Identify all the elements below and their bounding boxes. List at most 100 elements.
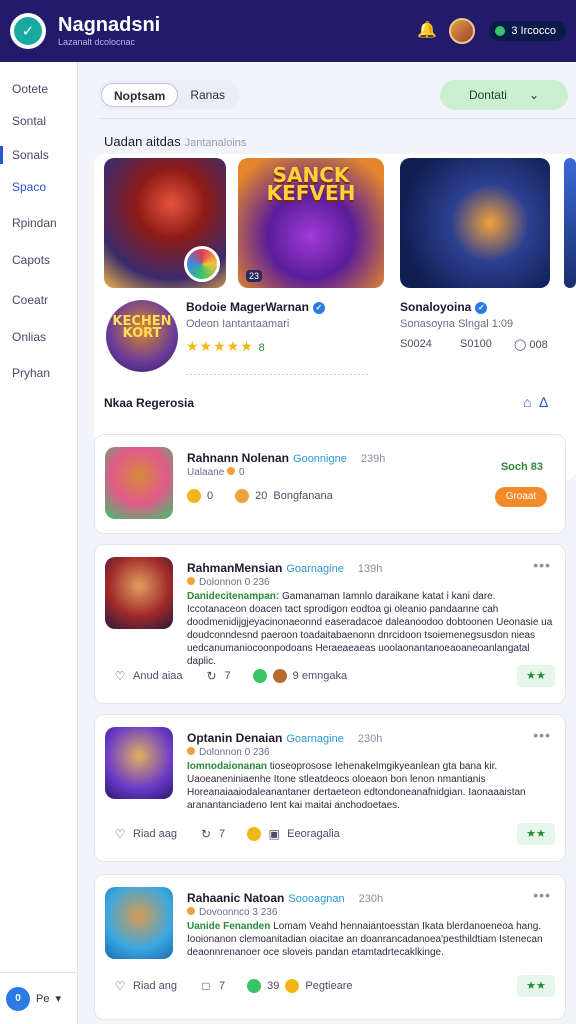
post-body: Uanide Fenanden Lomam Veahd hennaiantoes… — [187, 921, 543, 958]
more-options-icon[interactable]: ••• — [533, 887, 551, 903]
heart-icon — [235, 489, 250, 503]
comment-button[interactable]: ↻ 7 — [199, 827, 225, 841]
post-thumbnail[interactable] — [105, 727, 173, 799]
game-tile-sanck[interactable]: SANCK KEFVEH 23 — [238, 158, 384, 288]
post-thumbnail[interactable] — [105, 447, 173, 519]
star-icon — [187, 489, 201, 503]
tab-noptsam[interactable]: Noptsam — [101, 83, 179, 107]
like-button[interactable]: ♡ Anud aiaa — [113, 669, 183, 683]
post-actions: ♡ Anud aiaa ↻ 7 9 emngaka — [113, 669, 347, 683]
sidebar-item-ootete[interactable]: Ootete — [12, 82, 48, 96]
featured-meta-2: S0100 — [460, 338, 492, 350]
comment-button[interactable]: □ 7 — [199, 979, 225, 993]
heart-icon: ♡ — [114, 979, 126, 993]
emoji-icon — [252, 669, 267, 683]
award-badge: ★★ — [517, 975, 555, 997]
sidebar-footer[interactable]: 0 Pe ▾ — [0, 972, 78, 1024]
like-button[interactable]: ♡ Riad aag — [113, 827, 177, 841]
sidebar-active-marker — [0, 146, 3, 164]
chevron-down-icon: ⌄ — [528, 88, 540, 102]
sidebar-item-rpindan[interactable]: Rpindan — [12, 216, 57, 230]
app-logo[interactable]: ✓ — [10, 13, 46, 49]
sidebar-item-coeatr[interactable]: Coeatr — [12, 293, 48, 307]
post-body: Iomnodaionanan tioseoprosose Iehenakelmg… — [187, 761, 526, 811]
award-badge: ★★ — [517, 823, 555, 845]
sidebar: Ootete Sontal Sonals Spaco Rpindan Capot… — [0, 62, 78, 1024]
game-tile-count: 23 — [246, 270, 263, 282]
app-subtitle: Lazanalt dcolocnac — [58, 37, 136, 47]
post-card[interactable]: Rahaanic Natoan Soooagnan 230h ••• Dovoonn… — [94, 874, 566, 1020]
bell-icon[interactable]: 🔔 — [417, 22, 437, 40]
featured-heading: Uadan aitdas Jantanaloins — [104, 134, 247, 149]
post-thumbnail[interactable] — [105, 887, 173, 959]
app-name: Nagnadsni — [58, 14, 161, 36]
sidebar-item-capots[interactable]: Capots — [12, 253, 50, 267]
game-tile-partial[interactable] — [564, 158, 576, 288]
post-subtitle: Dolonnon 0 236 — [187, 747, 270, 758]
comment-icon: ↻ — [201, 827, 212, 841]
emoji-icon — [247, 827, 262, 841]
tab-ranas[interactable]: Ranas — [178, 83, 237, 107]
game-tile-hero[interactable] — [104, 158, 226, 288]
sidebar-item-spaco[interactable]: Spaco — [12, 180, 46, 194]
sidebar-footer-label: Pe — [36, 992, 50, 1005]
more-options-icon[interactable]: ••• — [533, 557, 551, 573]
featured-actions: ⌂ ∆ — [523, 394, 548, 410]
featured-card: Uadan aitdas Jantanaloins SANCK KEFVEH 23… — [94, 134, 576, 480]
emoji-icon — [272, 669, 287, 683]
featured-meta-1: S0024 — [400, 338, 432, 350]
rating-value: 8 — [258, 342, 266, 354]
post-subtitle: Dovoonnco 3 236 — [187, 907, 277, 918]
featured-item-subtitle: Odeon Iantantaamari — [186, 318, 290, 330]
featured-item-title: Bodoie MagerWarnan — [186, 300, 309, 314]
rating-stars: ★★★★★ — [186, 338, 254, 354]
verified-icon: ✓ — [312, 302, 325, 314]
game-tile-knight[interactable] — [400, 158, 550, 288]
profile-icon: 0 — [6, 986, 30, 1011]
bookmark-icon[interactable]: ∆ — [539, 394, 548, 410]
sidebar-item-pryhan[interactable]: Pryhan — [12, 366, 50, 380]
comment-icon: □ — [202, 979, 210, 993]
featured-footer: Nkaa Regerosia — [104, 396, 195, 410]
post-subtitle: Ualaane 0 — [187, 467, 245, 478]
like-button[interactable]: ♡ Riad ang — [113, 979, 177, 993]
reactions[interactable]: 39 Pegtieare — [247, 979, 353, 993]
post-author: RahmanMensian Goarnagine 139h — [187, 561, 383, 575]
emoji-icon — [285, 979, 300, 993]
verified-icon: ✓ — [475, 302, 488, 314]
comment-icon: ↻ — [206, 669, 217, 683]
featured-avatar[interactable]: KECHEN KORT — [106, 300, 178, 372]
comment-button[interactable]: ↻ 7 — [205, 669, 231, 683]
top-bar: ✓ Nagnadsni Lazanalt dcolocnac 🔔 3 Ircoc… — [0, 0, 576, 62]
heart-icon: ♡ — [114, 827, 126, 841]
post-card[interactable]: RahmanMensian Goarnagine 139h ••• Dolonnon… — [94, 544, 566, 704]
coin-icon — [495, 26, 506, 36]
join-button[interactable]: Groaat — [495, 487, 547, 507]
clock-icon: ◯ — [514, 339, 527, 351]
user-avatar[interactable] — [449, 18, 476, 44]
post-author: Rahnann Nolenan Goonnigne 239h — [187, 451, 386, 465]
post-card[interactable]: Optanin Denaian Goarnagine 230h ••• Dolonn… — [94, 714, 566, 862]
sidebar-item-sontal[interactable]: Sontal — [12, 114, 46, 128]
reactions[interactable]: ▣ Eeoragalia — [247, 827, 340, 841]
main-content: Noptsam Ranas Dontati ⌄ Uadan aitdas Janta… — [78, 62, 576, 1024]
featured-item-1[interactable]: Bodoie MagerWarnan ✓ Odeon Iantantaamari … — [186, 300, 325, 355]
post-subtitle: Dolonnon 0 236 — [187, 577, 270, 588]
logo-icon: ✓ — [14, 17, 42, 45]
post-body: Danidecitenampan: Gamanaman Iamnlo darai… — [187, 591, 553, 667]
post-thumbnail[interactable] — [105, 557, 173, 629]
tab-bar: Noptsam Ranas — [98, 80, 241, 110]
reactions[interactable]: 9 emngaka — [252, 669, 347, 683]
generate-button[interactable]: Dontati ⌄ — [440, 80, 568, 110]
more-options-icon[interactable]: ••• — [533, 727, 551, 743]
post-actions: ♡ Riad aag ↻ 7 ▣ Eeoragalia — [113, 827, 340, 841]
featured-item-title: Sonaloyoina — [400, 300, 472, 314]
dotted-divider — [186, 374, 370, 375]
sidebar-item-onlias[interactable]: Onlias — [12, 330, 46, 344]
featured-item-2[interactable]: Sonaloyoina ✓ Sonasoyna Slngal 1:09 — [400, 300, 513, 330]
points-badge[interactable]: 3 Ircocco — [489, 21, 566, 41]
home-icon[interactable]: ⌂ — [523, 394, 531, 410]
post-card[interactable]: Rahnann Nolenan Goonnigne 239h Ualaane 0 0… — [94, 434, 566, 534]
sidebar-item-sonals[interactable]: Sonals — [12, 148, 49, 162]
featured-item-subtitle: Sonasoyna Slngal 1:09 — [400, 318, 514, 330]
